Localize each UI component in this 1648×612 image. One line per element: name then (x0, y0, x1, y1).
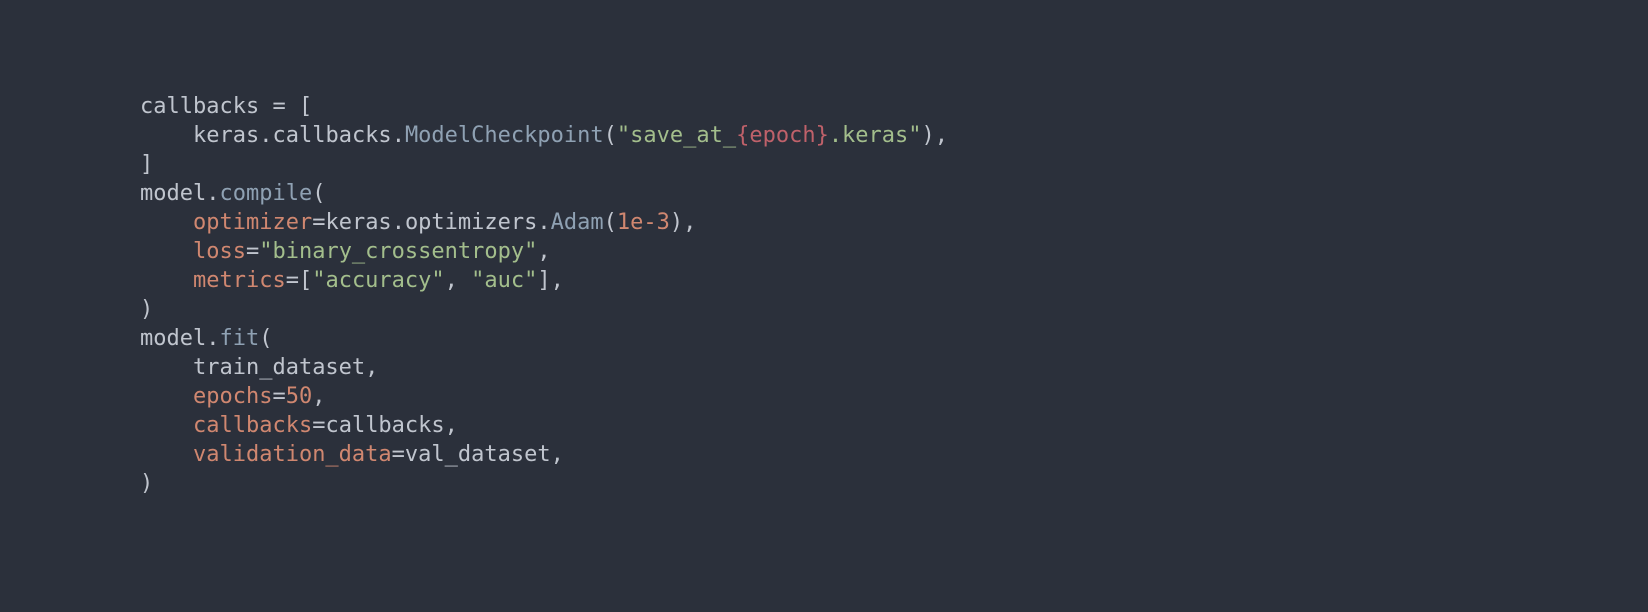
kwarg-optimizer: optimizer (193, 210, 312, 235)
code-line-14: ) (140, 471, 153, 496)
number-epochs: 50 (286, 384, 313, 409)
string-auc: "auc" (471, 268, 537, 293)
module-keras: keras (193, 123, 259, 148)
code-line-5: optimizer=keras.optimizers.Adam(1e-3), (140, 210, 696, 235)
string-accuracy: "accuracy" (312, 268, 444, 293)
indent (140, 268, 193, 293)
kwarg-loss: loss (193, 239, 246, 264)
code-line-10: train_dataset, (140, 355, 378, 380)
var-callbacks: callbacks (140, 94, 259, 119)
paren-open: ( (312, 181, 325, 206)
code-block[interactable]: callbacks = [ keras.callbacks.ModelCheck… (0, 0, 1648, 498)
class-modelcheckpoint: ModelCheckpoint (405, 123, 604, 148)
comma: , (365, 355, 378, 380)
code-line-3: ] (140, 152, 153, 177)
indent (140, 413, 193, 438)
paren-close: ) (140, 471, 153, 496)
comma: , (312, 384, 325, 409)
bracket-close-comma: ], (537, 268, 564, 293)
code-line-9: model.fit( (140, 326, 272, 351)
paren-open: ( (604, 123, 617, 148)
dot: . (206, 326, 219, 351)
kwarg-callbacks: callbacks (193, 413, 312, 438)
paren-close-comma: ), (670, 210, 697, 235)
operator-equals: = (259, 94, 299, 119)
code-line-4: model.compile( (140, 181, 325, 206)
dot: . (206, 181, 219, 206)
bracket-close: ] (140, 152, 153, 177)
dot: . (537, 210, 550, 235)
code-line-6: loss="binary_crossentropy", (140, 239, 551, 264)
operator-equals: = (246, 239, 259, 264)
val-callbacks: callbacks (325, 413, 444, 438)
code-line-8: ) (140, 297, 153, 322)
comma: , (537, 239, 550, 264)
paren-open: ( (259, 326, 272, 351)
val-val-dataset: val_dataset (405, 442, 551, 467)
kwarg-metrics: metrics (193, 268, 286, 293)
dot: . (259, 123, 272, 148)
paren-close-comma: ), (922, 123, 949, 148)
operator-equals: = (392, 442, 405, 467)
kwarg-epochs: epochs (193, 384, 272, 409)
kwarg-validation-data: validation_data (193, 442, 392, 467)
indent (140, 123, 193, 148)
indent (140, 384, 193, 409)
module-keras: keras (325, 210, 391, 235)
paren-close: ) (140, 297, 153, 322)
var-model: model (140, 326, 206, 351)
code-line-7: metrics=["accuracy", "auc"], (140, 268, 564, 293)
string-part-open: "save_at_ (617, 123, 736, 148)
indent (140, 355, 193, 380)
comma: , (445, 268, 472, 293)
comma: , (445, 413, 458, 438)
operator-equals: = (272, 384, 285, 409)
code-line-1: callbacks = [ (140, 94, 312, 119)
bracket-open: [ (299, 268, 312, 293)
comma: , (551, 442, 564, 467)
operator-equals: = (312, 210, 325, 235)
class-adam: Adam (551, 210, 604, 235)
var-model: model (140, 181, 206, 206)
number-lr: 1e-3 (617, 210, 670, 235)
method-compile: compile (219, 181, 312, 206)
arg-train-dataset: train_dataset (193, 355, 365, 380)
paren-open: ( (604, 210, 617, 235)
bracket-open: [ (299, 94, 312, 119)
indent (140, 239, 193, 264)
operator-equals: = (286, 268, 299, 293)
string-interp-epoch: {epoch} (736, 123, 829, 148)
dot: . (392, 210, 405, 235)
module-optimizers: optimizers (405, 210, 537, 235)
code-line-2: keras.callbacks.ModelCheckpoint("save_at… (140, 123, 948, 148)
string-loss: "binary_crossentropy" (259, 239, 537, 264)
code-line-13: validation_data=val_dataset, (140, 442, 564, 467)
indent (140, 442, 193, 467)
indent (140, 210, 193, 235)
dot: . (392, 123, 405, 148)
operator-equals: = (312, 413, 325, 438)
string-part-close: .keras" (829, 123, 922, 148)
code-line-11: epochs=50, (140, 384, 325, 409)
module-callbacks: callbacks (272, 123, 391, 148)
method-fit: fit (219, 326, 259, 351)
code-line-12: callbacks=callbacks, (140, 413, 458, 438)
